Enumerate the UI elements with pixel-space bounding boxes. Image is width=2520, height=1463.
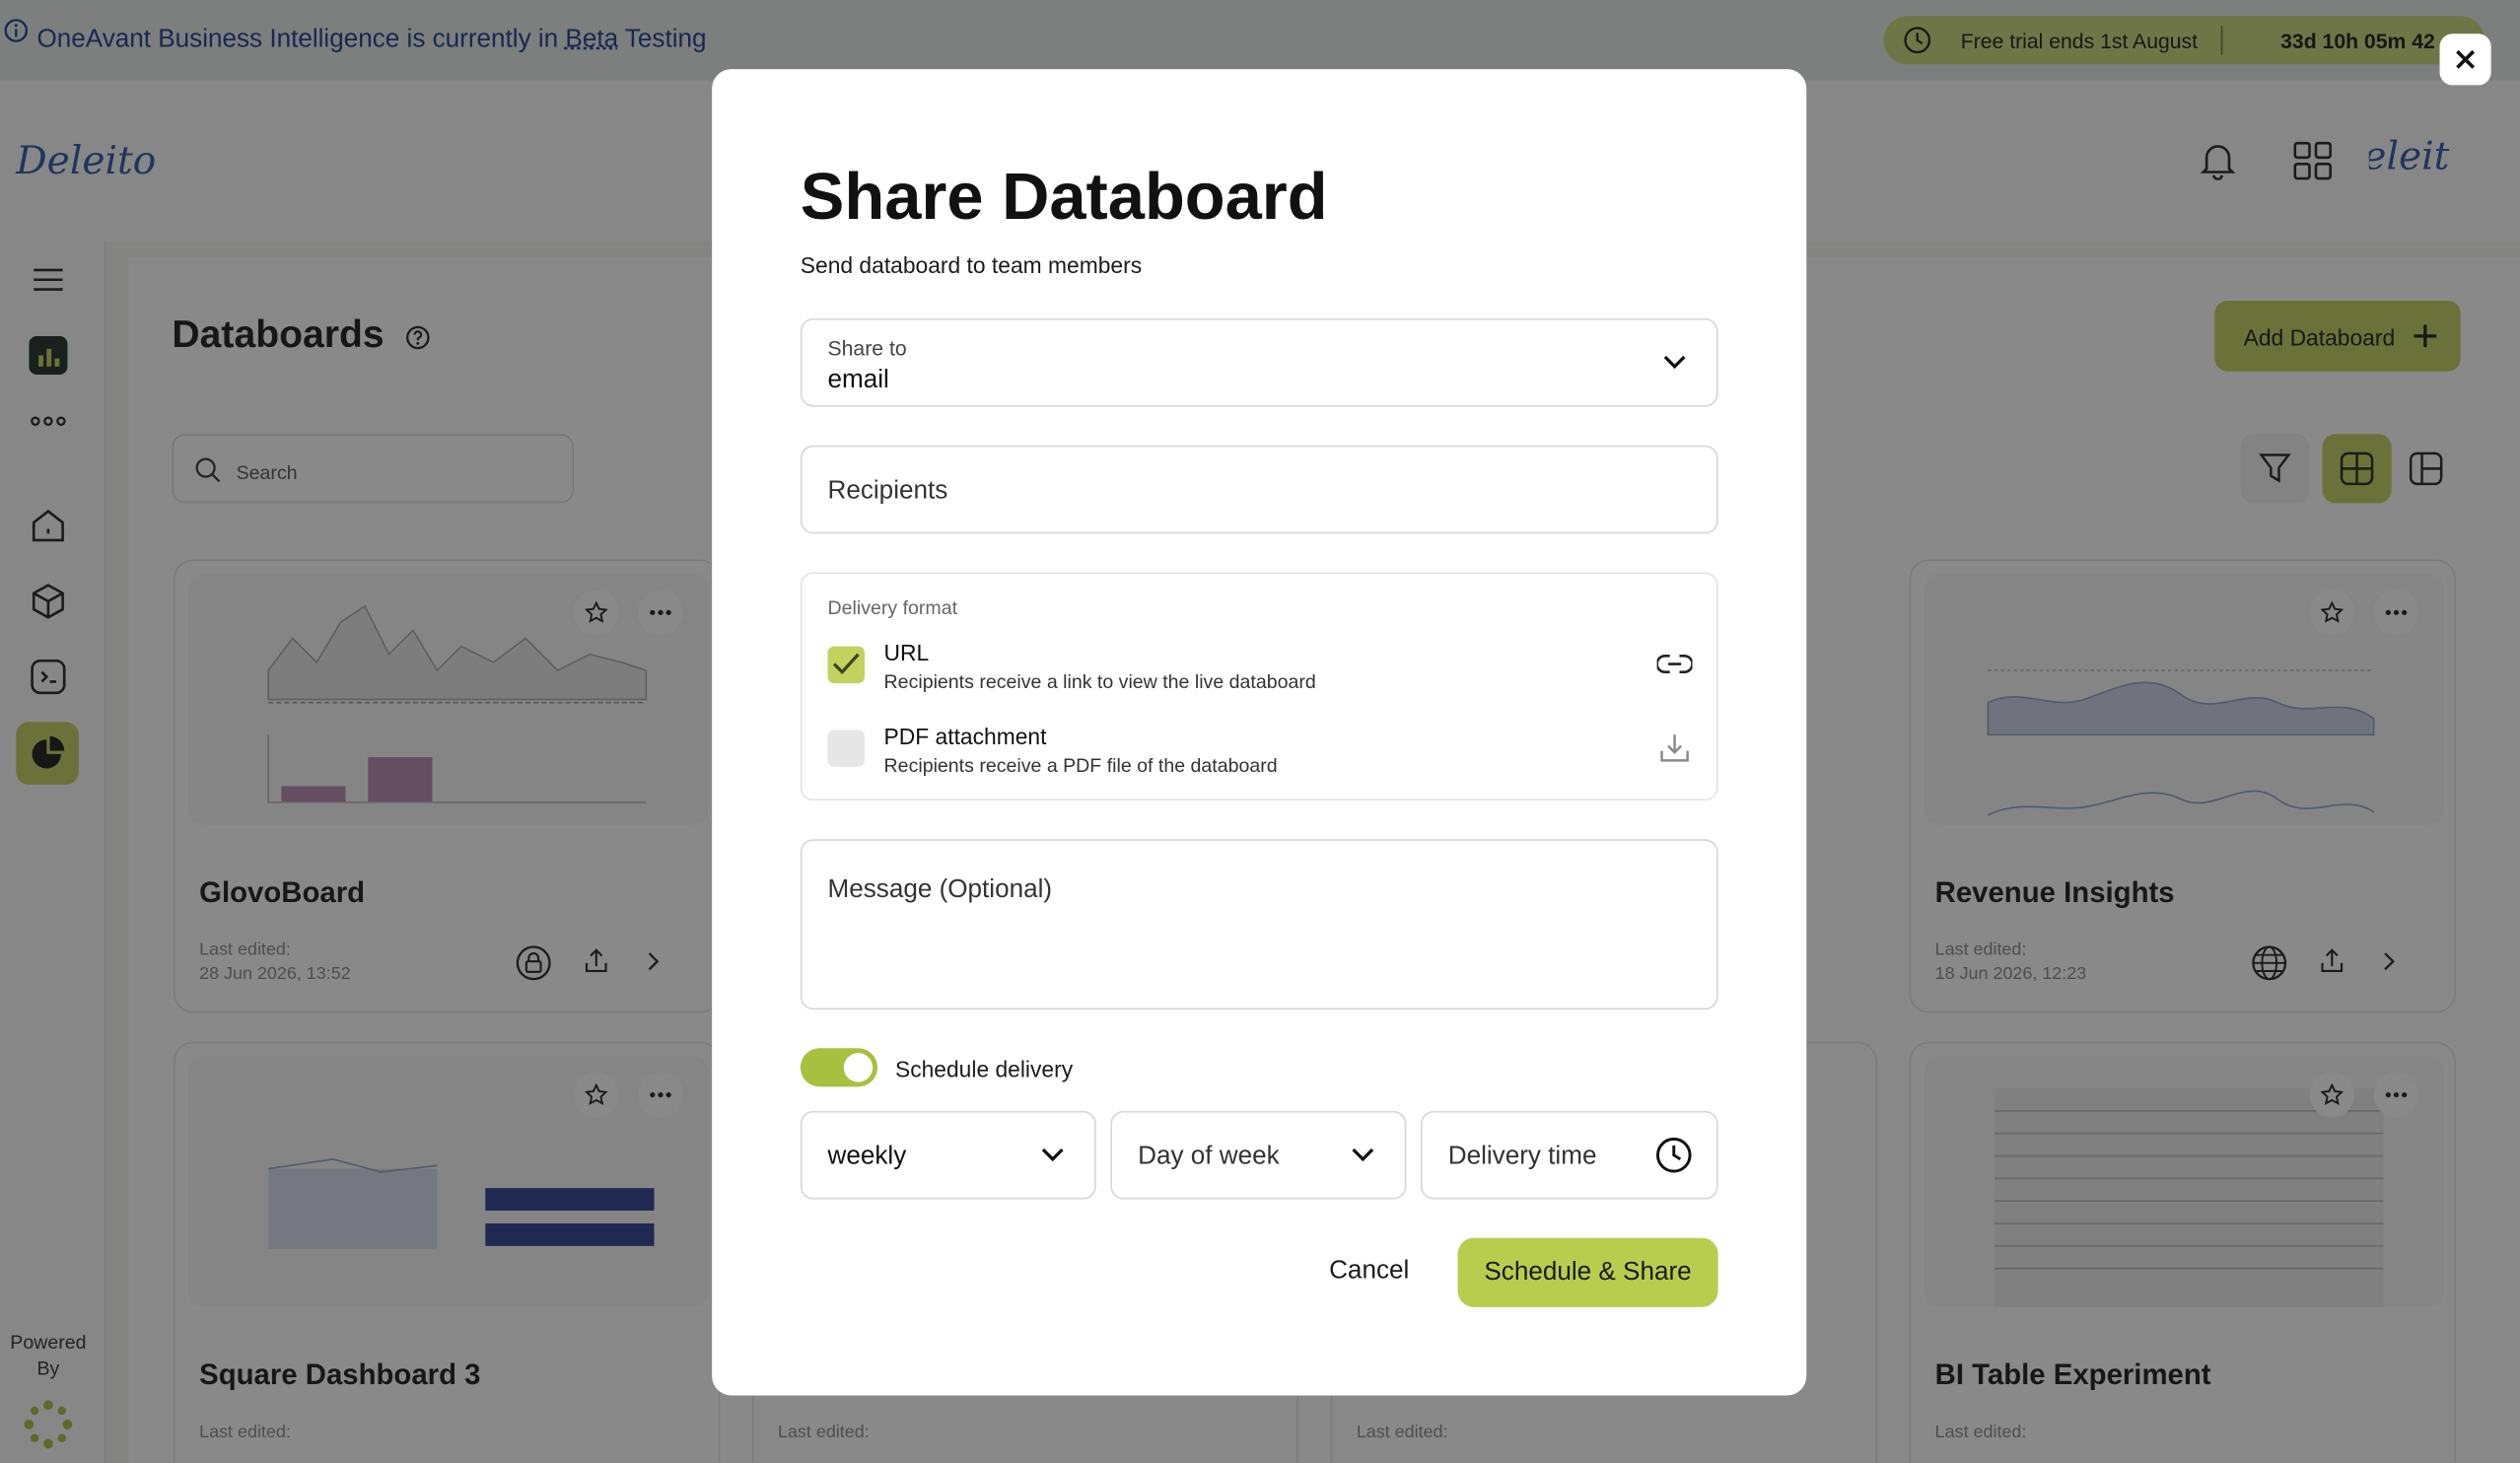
url-option-title: URL [883,640,930,666]
share-to-select[interactable]: Share to email [800,317,1718,407]
toggle-knob [843,1053,874,1082]
delivery-time-placeholder: Delivery time [1447,1143,1597,1171]
schedule-delivery-label: Schedule delivery [894,1056,1074,1082]
link-icon [1656,655,1693,673]
chevron-down-icon [1041,1148,1064,1162]
url-option-description: Recipients receive a link to view the li… [883,670,1316,693]
close-modal-button[interactable] [2439,34,2491,86]
modal-subtitle: Send databoard to team members [800,252,1143,279]
delivery-format-group: Delivery format URL Recipients receive a… [800,572,1718,801]
chevron-down-icon [1352,1148,1374,1162]
download-icon [1660,734,1689,762]
delivery-format-label: Delivery format [827,596,958,619]
pdf-option-title: PDF attachment [883,723,1047,749]
clock-icon[interactable] [1655,1137,1692,1174]
frequency-select[interactable]: weekly [800,1110,1096,1200]
share-databoard-modal: Share Databoard Send databoard to team m… [712,69,1807,1396]
share-to-value: email [827,366,889,394]
day-of-week-select[interactable]: Day of week [1110,1110,1407,1200]
schedule-share-button[interactable]: Schedule & Share [1457,1237,1718,1307]
modal-title: Share Databoard [800,159,1328,234]
chevron-down-icon [1663,355,1686,370]
close-icon [2456,49,2476,69]
pdf-option-description: Recipients receive a PDF file of the dat… [883,753,1278,777]
recipients-input[interactable]: Recipients [800,445,1718,534]
url-checkbox[interactable] [827,646,865,684]
share-to-label: Share to [827,335,907,361]
schedule-delivery-toggle[interactable] [800,1048,878,1087]
message-textarea[interactable]: Message (Optional) [800,839,1718,1010]
delivery-time-input[interactable]: Delivery time [1421,1110,1718,1200]
checkmark-icon [832,653,860,675]
cancel-button[interactable]: Cancel [1329,1257,1409,1286]
message-placeholder: Message (Optional) [827,875,1053,904]
recipients-placeholder: Recipients [827,477,948,506]
frequency-value: weekly [827,1143,907,1171]
day-of-week-placeholder: Day of week [1138,1143,1280,1171]
pdf-checkbox[interactable] [827,730,865,767]
